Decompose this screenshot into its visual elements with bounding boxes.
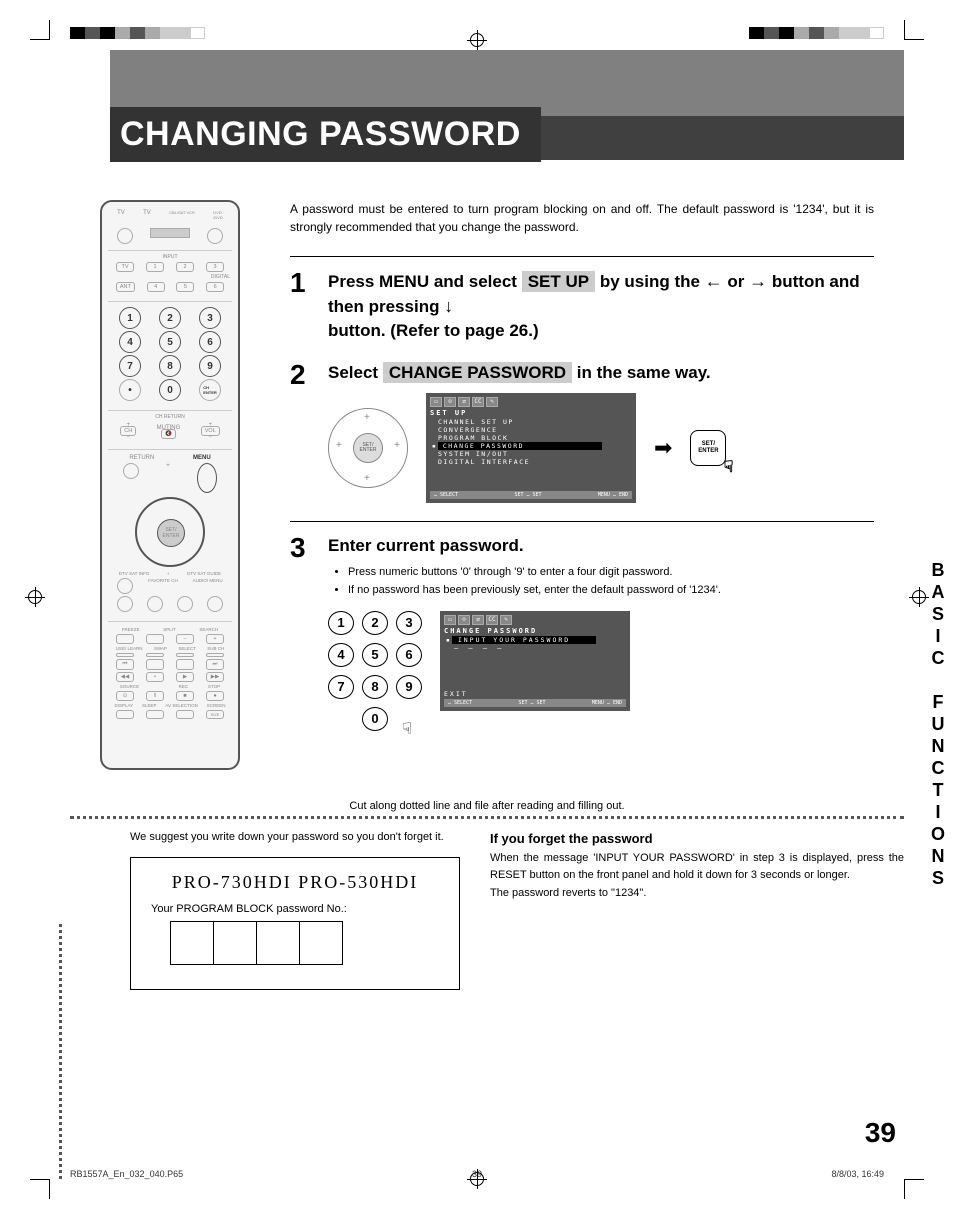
footer-timestamp: 8/8/03, 16:49 (831, 1169, 884, 1179)
step-3-title: Enter current password. (328, 534, 874, 558)
dpad-illustration: SET/ ENTER ++++ (328, 408, 408, 488)
finger-icon: ☟ (724, 459, 734, 477)
section-label-vertical: BASIC FUNCTIONS (927, 560, 948, 890)
tv-setup-menu: ▭⊙⇄CC✎ SET UP CHANNEL SET UP CONVERGENCE… (426, 393, 636, 503)
crop-mark (30, 1179, 50, 1199)
step-number: 1 (290, 269, 314, 343)
footer-filename: RB1557A_En_032_040.P65 (70, 1169, 183, 1179)
step-3: 3 Enter current password. Press numeric … (290, 534, 874, 731)
forget-text: When the message 'INPUT YOUR PASSWORD' i… (490, 850, 904, 883)
password-suggestion: We suggest you write down your password … (130, 831, 460, 843)
keypad-illustration: 123 456 789 0☟ (328, 611, 422, 731)
page-number: 39 (865, 1117, 896, 1149)
step-1-title: Press MENU and select SET UP by using th… (328, 269, 874, 343)
step-2: 2 Select CHANGE PASSWORD in the same way… (290, 361, 874, 503)
enter-button-illustration: SET/ENTER ☟ (690, 430, 726, 466)
step-3-bullet: Press numeric buttons '0' through '9' to… (348, 564, 874, 581)
step-3-bullet: If no password has been previously set, … (348, 582, 874, 599)
dotted-cut-line-vertical (59, 924, 62, 1179)
step-1: 1 Press MENU and select SET UP by using … (290, 269, 874, 343)
forget-title: If you forget the password (490, 831, 904, 846)
arrow-right-icon: ➡ (654, 435, 672, 461)
divider (290, 521, 874, 522)
forget-text: The password reverts to "1234". (490, 885, 904, 902)
password-card: PRO-730HDI PRO-530HDI Your PROGRAM BLOCK… (130, 857, 460, 990)
arrow-down-icon: ↓ (444, 296, 453, 316)
card-label: Your PROGRAM BLOCK password No.: (151, 903, 439, 915)
change-password-highlight: CHANGE PASSWORD (383, 362, 572, 383)
password-boxes (171, 921, 439, 965)
dotted-cut-line (70, 816, 904, 819)
step-2-title: Select CHANGE PASSWORD in the same way. (328, 361, 874, 385)
crop-mark (904, 1179, 924, 1199)
page-title-box: CHANGING PASSWORD (110, 107, 541, 162)
cut-instruction: Cut along dotted line and file after rea… (70, 800, 904, 812)
header-band: CHANGING PASSWORD (110, 50, 904, 160)
step-number: 3 (290, 534, 314, 731)
intro-text: A password must be entered to turn progr… (290, 200, 874, 236)
arrow-right-icon: → (749, 271, 767, 291)
remote-control-illustration: TVTVCBL/SAT VCRDVD/DVD INPUT TV123 DIGIT… (100, 200, 240, 770)
arrow-left-icon: ← (705, 271, 723, 291)
card-model-title: PRO-730HDI PRO-530HDI (151, 872, 439, 893)
registration-mark (470, 1172, 484, 1186)
divider (290, 256, 874, 257)
setup-highlight: SET UP (522, 271, 595, 292)
finger-icon: ☟ (402, 719, 412, 739)
tv-password-screen: ▭⊙⇄CC✎ CHANGE PASSWORD INPUT YOUR PASSWO… (440, 611, 630, 711)
step-number: 2 (290, 361, 314, 503)
page-title: CHANGING PASSWORD (120, 115, 521, 153)
